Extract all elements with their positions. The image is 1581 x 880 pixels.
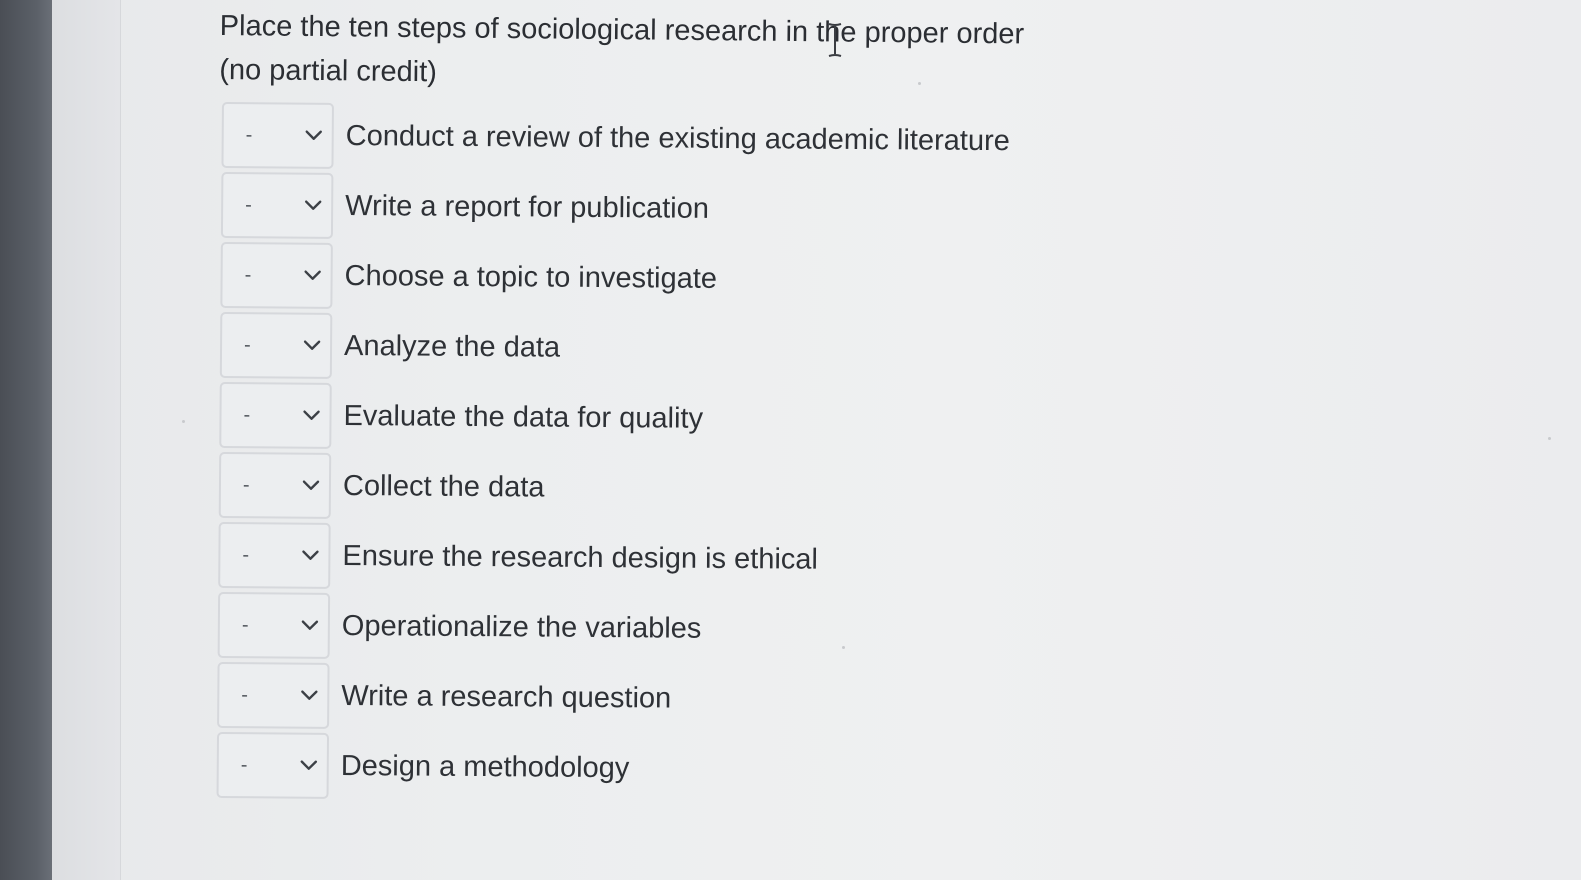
list-item: - Operationalize the variables <box>217 590 1119 667</box>
select-value: - <box>242 543 250 566</box>
list-item: - Write a research question <box>217 660 1118 737</box>
order-select-8[interactable]: - <box>217 591 331 659</box>
list-item: - Conduct a review of the existing acade… <box>221 100 1122 177</box>
order-select-1[interactable]: - <box>221 101 334 169</box>
order-select-9[interactable]: - <box>217 661 330 729</box>
select-value: - <box>241 613 249 636</box>
step-label: Operationalize the variables <box>341 609 702 645</box>
select-value: - <box>245 193 252 216</box>
step-label: Write a report for publication <box>345 189 710 225</box>
list-item: - Collect the data <box>218 450 1120 527</box>
text-cursor-icon <box>827 20 843 68</box>
order-select-2[interactable]: - <box>220 171 334 239</box>
step-label: Collect the data <box>342 469 545 504</box>
list-item: - Evaluate the data for quality <box>219 380 1120 457</box>
chevron-down-icon <box>304 126 324 146</box>
screen-speck <box>918 82 921 85</box>
order-select-5[interactable]: - <box>219 381 332 449</box>
monitor-bezel <box>0 0 52 880</box>
chevron-down-icon <box>303 196 323 216</box>
step-label: Design a methodology <box>340 749 630 784</box>
select-value: - <box>243 333 251 356</box>
list-item: - Write a report for publication <box>220 170 1122 247</box>
step-label: Write a research question <box>341 679 672 715</box>
order-select-10[interactable]: - <box>216 731 330 799</box>
order-select-4[interactable]: - <box>219 311 333 379</box>
list-item: - Choose a topic to investigate <box>220 240 1121 317</box>
list-item: - Analyze the data <box>219 310 1121 387</box>
question-prompt: Place the ten steps of sociological rese… <box>219 4 1120 101</box>
select-value: - <box>243 403 251 426</box>
step-label: Conduct a review of the existing academi… <box>345 119 1010 157</box>
screen-speck <box>182 420 185 423</box>
step-label: Analyze the data <box>343 329 561 364</box>
select-value: - <box>241 683 249 706</box>
select-value: - <box>245 123 253 146</box>
select-value: - <box>240 753 248 776</box>
chevron-down-icon <box>303 266 323 286</box>
screen-speck <box>1548 437 1551 440</box>
page-left-margin <box>52 0 121 880</box>
list-item: - Ensure the research design is ethical <box>218 520 1119 597</box>
chevron-down-icon <box>299 756 319 776</box>
chevron-down-icon <box>299 686 319 706</box>
chevron-down-icon <box>301 476 321 496</box>
list-item: - Design a methodology <box>216 730 1118 807</box>
order-select-7[interactable]: - <box>218 521 331 589</box>
chevron-down-icon <box>302 336 322 356</box>
ordering-question-list: - Conduct a review of the existing acade… <box>216 100 1122 807</box>
screen-speck <box>842 646 845 649</box>
step-label: Choose a topic to investigate <box>344 259 718 295</box>
step-label: Ensure the research design is ethical <box>342 539 819 576</box>
chevron-down-icon <box>300 616 320 636</box>
chevron-down-icon <box>301 406 321 426</box>
step-label: Evaluate the data for quality <box>343 399 704 435</box>
order-select-3[interactable]: - <box>220 241 333 309</box>
select-value: - <box>244 263 252 286</box>
chevron-down-icon <box>300 546 320 566</box>
select-value: - <box>242 473 250 496</box>
order-select-6[interactable]: - <box>218 451 332 519</box>
